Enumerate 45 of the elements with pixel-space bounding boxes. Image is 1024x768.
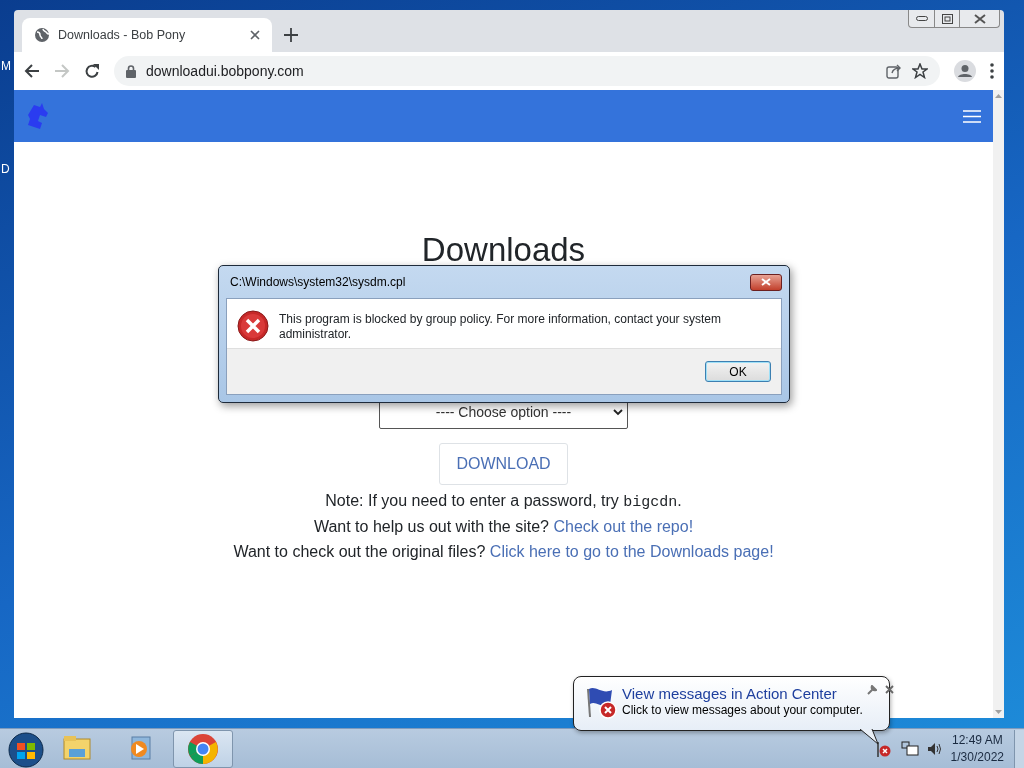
- share-icon[interactable]: [886, 63, 902, 79]
- wrench-icon[interactable]: [866, 685, 877, 695]
- close-icon[interactable]: [884, 685, 894, 694]
- menu-icon[interactable]: [990, 63, 994, 79]
- chrome-icon[interactable]: [187, 732, 219, 765]
- minimize-icon[interactable]: [915, 15, 928, 22]
- close-icon[interactable]: [250, 30, 260, 40]
- close-icon[interactable]: [973, 13, 986, 24]
- star-icon[interactable]: [912, 63, 928, 79]
- balloon-message: Click to view messages about your computer.: [622, 703, 863, 718]
- action-center-error-icon[interactable]: [874, 740, 891, 757]
- close-button[interactable]: [750, 273, 782, 291]
- link[interactable]: Click here to go to the Downloads page!: [489, 542, 774, 560]
- ok-button[interactable]: OK: [705, 361, 771, 382]
- maximize-icon[interactable]: [941, 13, 953, 24]
- menu-icon[interactable]: [963, 109, 981, 123]
- reload-icon[interactable]: [84, 63, 100, 79]
- address-bar[interactable]: downloadui.bobpony.com: [114, 56, 940, 86]
- desktop-icon-label[interactable]: M: [1, 60, 11, 72]
- page-heading: Downloads: [421, 230, 586, 270]
- network-icon[interactable]: [900, 740, 919, 757]
- desktop-icon-label[interactable]: D: [1, 163, 10, 175]
- new-tab-icon[interactable]: [284, 28, 298, 42]
- balloon-title[interactable]: View messages in Action Center: [622, 685, 863, 703]
- address-text: downloadui.bobpony.com: [146, 61, 305, 81]
- error-icon: [237, 310, 269, 342]
- globe-icon: [34, 27, 50, 43]
- link[interactable]: Check out the repo!: [553, 518, 694, 536]
- dialog-message: This program is blocked by group policy. For more information, contact your system administrator.: [279, 311, 722, 342]
- tab-title: Downloads - Bob Pony: [58, 26, 187, 44]
- info-text: Want to help us out with the site? Check out the repo!: [313, 517, 694, 538]
- back-icon[interactable]: [24, 63, 40, 79]
- lock-icon: [126, 64, 136, 78]
- download-button[interactable]: DOWNLOAD: [439, 442, 568, 485]
- balloon-tail: [860, 729, 880, 745]
- volume-icon[interactable]: [926, 741, 943, 756]
- browser-tab[interactable]: Downloads - Bob Pony: [22, 18, 272, 52]
- dialog-title: C:\Windows\system32\sysdm.cpl: [230, 274, 406, 291]
- chevron-icon: [613, 408, 623, 416]
- flag-error-icon: [584, 685, 618, 719]
- note-text: Note: If you need to enter a password, try bigcdn.: [325, 490, 682, 513]
- close-icon: [761, 278, 771, 286]
- clock[interactable]: 12:49 AM 1/30/2022: [950, 731, 1004, 766]
- profile-icon[interactable]: [954, 60, 976, 82]
- info-text: Want to check out the original files? Click here to go to the Downloads page!: [233, 541, 774, 562]
